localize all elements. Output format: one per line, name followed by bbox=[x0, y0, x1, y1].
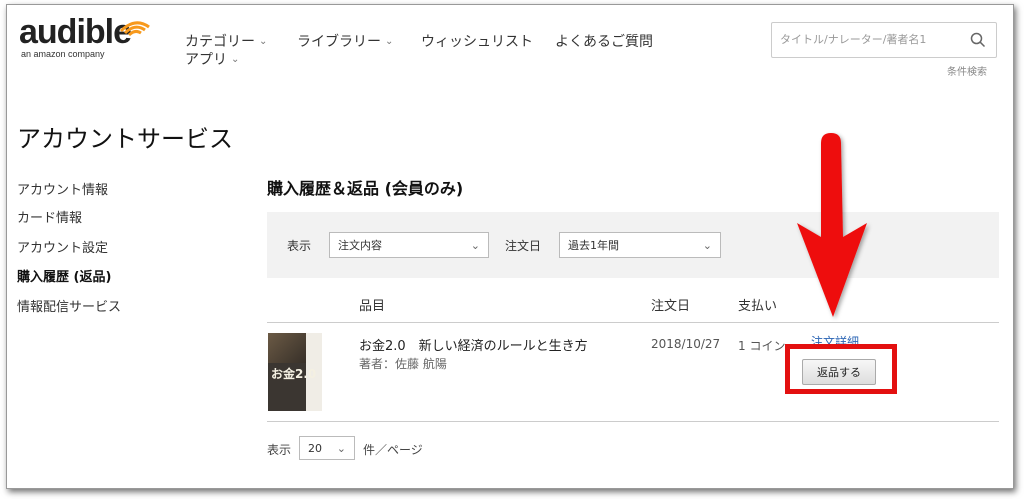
chevron-down-icon: ⌄ bbox=[385, 35, 394, 47]
sidebar-item-newsletter[interactable]: 情報配信サービス bbox=[17, 296, 121, 315]
search-input[interactable] bbox=[772, 23, 978, 55]
nav-categories-label: カテゴリー bbox=[185, 34, 255, 50]
chevron-down-icon: ⌄ bbox=[336, 441, 346, 455]
book-cover-image[interactable]: お金2.0 bbox=[268, 333, 322, 411]
item-payment: 1 コイン bbox=[738, 339, 786, 353]
order-date-filter-value: 過去1年間 bbox=[568, 239, 619, 252]
table-divider bbox=[267, 322, 999, 323]
per-page-select[interactable]: 20 ⌄ bbox=[299, 436, 355, 460]
table-divider bbox=[267, 421, 999, 422]
nav-faq-label: よくあるご質問 bbox=[555, 34, 653, 50]
nav-library[interactable]: ライブラリー ⌄ bbox=[297, 31, 393, 51]
nav-library-label: ライブラリー bbox=[297, 34, 381, 50]
chevron-down-icon: ⌄ bbox=[231, 53, 240, 65]
item-author: 著者：佐藤 航陽 bbox=[359, 357, 447, 371]
sidebar-item-card-info[interactable]: カード情報 bbox=[17, 207, 82, 226]
sidebar-item-account-info[interactable]: アカウント情報 bbox=[17, 179, 108, 198]
logo-tagline: an amazon company bbox=[21, 49, 105, 59]
sidebar-item-purchase-history[interactable]: 購入履歴 (返品) bbox=[17, 266, 111, 285]
chevron-down-icon: ⌄ bbox=[702, 238, 712, 252]
search-box[interactable] bbox=[771, 22, 997, 58]
pager-label-before: 表示 bbox=[267, 443, 292, 457]
browser-frame: audible an amazon company カテゴリー ⌄ ライブラリー… bbox=[6, 4, 1014, 489]
sidebar-item-account-settings[interactable]: アカウント設定 bbox=[17, 237, 108, 256]
column-header-item: 品目 bbox=[359, 299, 386, 314]
display-filter-value: 注文内容 bbox=[338, 239, 382, 252]
order-date-filter-label: 注文日 bbox=[505, 239, 542, 253]
nav-apps-label: アプリ bbox=[185, 52, 227, 68]
filter-bar: 表示 注文内容 ⌄ 注文日 過去1年間 ⌄ bbox=[267, 212, 999, 278]
nav-wishlist[interactable]: ウィッシュリスト bbox=[421, 31, 533, 51]
item-title[interactable]: お金2.0 新しい経済のルールと生き方 bbox=[359, 335, 588, 354]
nav-categories[interactable]: カテゴリー ⌄ bbox=[185, 31, 267, 51]
per-page-value: 20 bbox=[308, 441, 322, 455]
nav-faq[interactable]: よくあるご質問 bbox=[555, 31, 653, 51]
item-order-date: 2018/10/27 bbox=[651, 337, 721, 351]
column-header-payment: 支払い bbox=[738, 299, 778, 314]
pager-label-after: 件／ページ bbox=[363, 443, 423, 457]
display-filter-select[interactable]: 注文内容 ⌄ bbox=[329, 232, 489, 258]
nav-apps[interactable]: アプリ ⌄ bbox=[185, 49, 239, 69]
order-date-filter-select[interactable]: 過去1年間 ⌄ bbox=[559, 232, 721, 258]
page-title: アカウントサービス bbox=[17, 125, 233, 153]
section-title: 購入履歴＆返品 (会員のみ) bbox=[267, 179, 464, 198]
chevron-down-icon: ⌄ bbox=[259, 35, 268, 47]
return-button-highlight-box bbox=[785, 344, 897, 394]
search-icon[interactable] bbox=[970, 32, 986, 48]
audible-waves-icon bbox=[119, 21, 150, 37]
book-cover-text: お金2.0 bbox=[271, 367, 317, 381]
red-arrow-icon bbox=[797, 133, 867, 317]
nav-wishlist-label: ウィッシュリスト bbox=[421, 34, 533, 50]
column-header-order-date: 注文日 bbox=[651, 299, 691, 314]
display-filter-label: 表示 bbox=[287, 239, 312, 253]
advanced-search-link[interactable]: 条件検索 bbox=[947, 63, 987, 78]
chevron-down-icon: ⌄ bbox=[470, 238, 480, 252]
